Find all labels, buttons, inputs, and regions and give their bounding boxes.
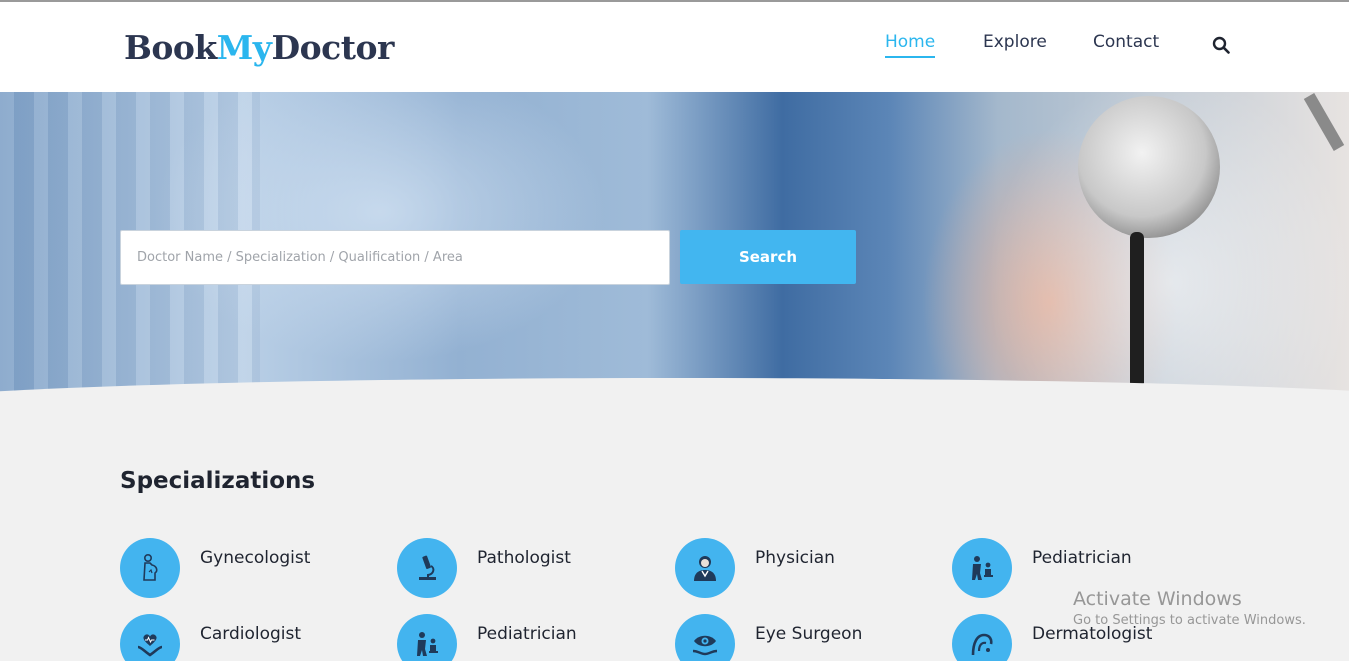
specialization-label: Pediatrician [1032,548,1132,568]
logo-text-book: Book [124,28,217,67]
specialization-item-gynecologist[interactable]: Gynecologist [120,538,380,600]
specialization-label: Eye Surgeon [755,624,863,644]
specialization-icon-circle [397,614,457,661]
specialization-label: Physician [755,548,835,568]
stethoscope-image [1078,96,1220,238]
specialization-item-pathologist[interactable]: Pathologist [397,538,657,600]
specialization-icon-circle [675,614,735,661]
child-care-icon [972,556,993,580]
site-header: BookMyDoctor Home Explore Contact [0,2,1349,92]
nav-home-link[interactable]: Home [885,32,936,58]
stethoscope-tube [1130,232,1144,402]
pregnant-woman-icon [143,553,158,581]
search-button[interactable]: Search [680,230,856,284]
specialization-item-cardiologist[interactable]: Cardiologist [120,614,380,661]
specialization-item-eye-surgeon[interactable]: Eye Surgeon [675,614,935,661]
specialization-item-pediatrician-2[interactable]: Pediatrician [397,614,657,661]
specialization-label: Cardiologist [200,624,302,644]
specialization-label: Gynecologist [200,548,311,568]
watermark-title: Activate Windows [1073,588,1242,610]
search-icon[interactable] [1212,36,1230,54]
specialization-label: Pathologist [477,548,571,568]
eye-hand-icon [692,635,718,656]
nav-contact-link[interactable]: Contact [1093,32,1159,52]
specializations-heading: Specializations [120,468,316,494]
logo-text-doctor: Doctor [271,28,395,67]
specialization-icon-circle [397,538,457,598]
skin-care-icon [971,633,993,656]
logo-text-my: My [216,28,272,67]
doctor-search-input[interactable] [120,230,670,285]
doctor-icon [694,556,716,581]
watermark-subtitle: Go to Settings to activate Windows. [1073,613,1306,628]
child-care-icon [417,632,438,656]
specialization-icon-circle [120,614,180,661]
nav-explore-link[interactable]: Explore [983,32,1047,52]
heart-hand-icon [137,634,163,657]
specialization-item-physician[interactable]: Physician [675,538,935,600]
specialization-icon-circle [120,538,180,598]
site-logo[interactable]: BookMyDoctor [124,28,394,67]
specialization-icon-circle [952,538,1012,598]
specialization-icon-circle [952,614,1012,661]
microscope-icon [419,555,436,580]
specialization-icon-circle [675,538,735,598]
specialization-label: Pediatrician [477,624,577,644]
windows-activation-watermark: Activate Windows Go to Settings to activ… [1073,588,1306,628]
